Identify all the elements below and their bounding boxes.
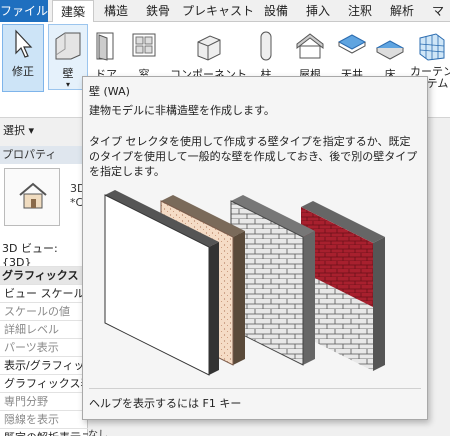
ceiling-icon [336, 30, 368, 62]
property-group-graphics[interactable]: グラフィックス [0, 266, 88, 284]
component-icon [192, 30, 224, 62]
tooltip-separator [89, 388, 421, 389]
modify-label: 修正 [12, 65, 34, 78]
tooltip-description: 建物モデルに非構造壁を作成します。 [89, 104, 275, 117]
tab-file[interactable]: ファイル [0, 0, 48, 22]
property-row: パーツ表示 [0, 338, 88, 356]
property-row[interactable]: 表示/グラフィック [0, 356, 88, 374]
tab-massing[interactable]: マ [426, 0, 450, 22]
column-icon [258, 30, 274, 62]
tab-architecture[interactable]: 建築 [52, 0, 94, 23]
property-row: スケールの値 [0, 302, 88, 320]
roof-icon [294, 30, 326, 62]
ribbon-tab-bar: ファイル 建築 構造 鉄骨 プレキャスト 設備 挿入 注釈 解析 マ [0, 0, 450, 23]
properties-panel: プロパティ 3D *C 3D ビュー: {3D} グラフィックス ビュー スケー… [0, 146, 88, 436]
tooltip-help-text: ヘルプを表示するには F1 キー [89, 397, 242, 410]
property-row: 隠線を表示 [0, 410, 88, 428]
view-instance-select[interactable]: 3D ビュー: {3D} [2, 240, 87, 269]
property-row: 詳細レベル [0, 320, 88, 338]
wall-types-illustration [104, 190, 385, 376]
tooltip-detail: タイプ セレクタを使用して作成する壁タイプを指定するか、既定のタイプを使用して一… [89, 135, 418, 178]
tab-precast[interactable]: プレキャスト [182, 0, 254, 22]
property-row[interactable]: 既定の解析表示スタ [0, 428, 88, 436]
door-icon [93, 30, 119, 62]
house-icon [17, 181, 59, 214]
floor-button[interactable]: 床 [372, 26, 408, 82]
floor-icon [374, 30, 406, 62]
ceiling-button[interactable]: 天井 [334, 26, 370, 82]
tab-steel[interactable]: 鉄骨 [140, 0, 176, 22]
tooltip-title: 壁 (WA) [89, 85, 130, 98]
tab-annotate[interactable]: 注釈 [342, 0, 378, 22]
roof-button[interactable]: 屋根 [290, 26, 330, 82]
select-menu[interactable]: 選択 ▾ [3, 122, 34, 138]
column-button[interactable]: 柱 [252, 26, 280, 82]
modify-button[interactable]: 修正 [2, 24, 44, 92]
window-icon [130, 30, 158, 62]
type-selector-thumbnail[interactable] [4, 168, 60, 226]
component-button[interactable]: コンポーネント [170, 26, 247, 82]
window-button[interactable]: 窓 [124, 26, 164, 82]
tab-analyze[interactable]: 解析 [384, 0, 420, 22]
cursor-arrow-icon [10, 29, 36, 59]
door-button[interactable]: ドア [92, 26, 120, 82]
properties-title: プロパティ [0, 146, 88, 164]
tab-insert[interactable]: 挿入 [300, 0, 336, 22]
property-value-text: なし [88, 430, 108, 436]
wall-icon [53, 29, 83, 61]
curtain-system-icon [416, 30, 448, 62]
tab-structure[interactable]: 構造 [98, 0, 134, 22]
property-row: 専門分野 [0, 392, 88, 410]
property-row[interactable]: グラフィックス表示 [0, 374, 88, 392]
wall-tooltip: 壁 (WA) 建物モデルに非構造壁を作成します。 タイプ セレクタを使用して作成… [82, 76, 428, 420]
property-row[interactable]: ビュー スケール [0, 284, 88, 302]
revit-window: { "tabs": [ {"label": "ファイル"}, {"label":… [0, 0, 450, 436]
tab-systems[interactable]: 設備 [258, 0, 294, 22]
